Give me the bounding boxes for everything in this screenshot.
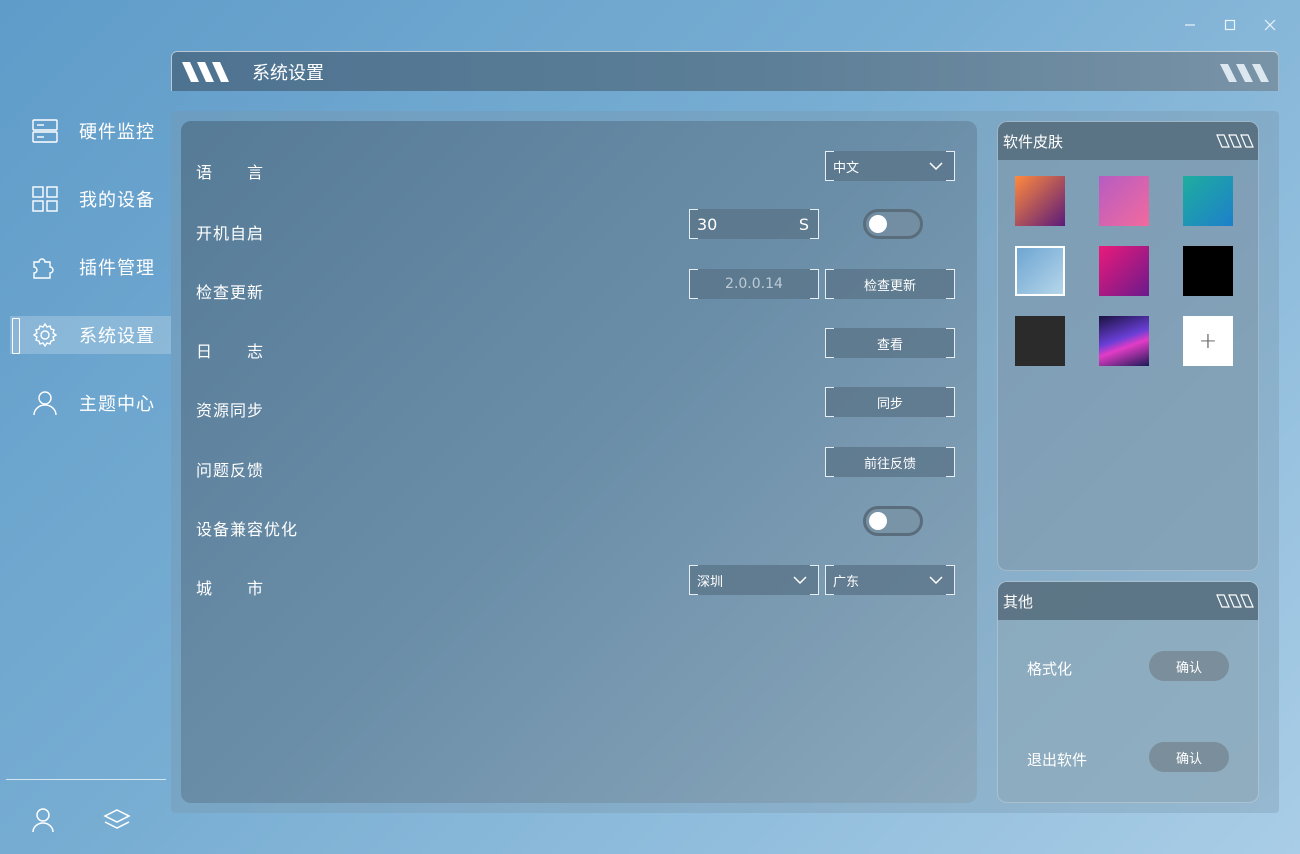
minimize-icon [1185, 24, 1195, 26]
skin-panel-title: 软件皮肤 [1003, 132, 1064, 151]
version-field: 2.0.0.14 [689, 269, 819, 299]
log-label: 日 志 [196, 342, 265, 361]
autostart-delay-input[interactable]: 30 S [689, 209, 819, 239]
settings-panel: 语 言 中文 开机自启 30 S 检查更新 2.0.0.14 检查更新 日 志 … [181, 121, 977, 803]
skin-swatch-selected[interactable] [1015, 246, 1065, 296]
close-button[interactable] [1250, 10, 1290, 40]
page-title: 系统设置 [252, 62, 324, 84]
skin-swatch[interactable] [1183, 176, 1233, 226]
skin-panel: 软件皮肤 + [997, 121, 1259, 571]
other-panel-header: 其他 [998, 582, 1258, 620]
city-label: 城 市 [196, 579, 265, 598]
maximize-icon [1224, 19, 1236, 31]
grid-icon [30, 184, 60, 214]
sidebar-divider [6, 779, 166, 780]
view-log-button[interactable]: 查看 [825, 328, 955, 358]
sync-button-label: 同步 [876, 396, 903, 412]
exit-confirm-label: 确认 [1175, 751, 1202, 767]
sidebar-item-theme-center[interactable]: 主题中心 [10, 384, 171, 422]
compat-label: 设备兼容优化 [196, 520, 299, 539]
gear-icon [30, 320, 60, 350]
page-header: 系统设置 [171, 51, 1279, 91]
autostart-delay-unit: S [798, 214, 809, 234]
plus-icon: + [1198, 328, 1218, 354]
sync-button[interactable]: 同步 [825, 387, 955, 417]
view-log-label: 查看 [876, 337, 903, 353]
update-label: 检查更新 [196, 283, 265, 302]
skin-panel-header: 软件皮肤 [998, 122, 1258, 160]
language-label: 语 言 [196, 163, 265, 182]
format-confirm-label: 确认 [1175, 660, 1202, 676]
layers-button[interactable] [102, 805, 132, 835]
skin-swatch[interactable] [1099, 246, 1149, 296]
sidebar-item-label: 插件管理 [79, 258, 155, 279]
skin-swatch[interactable] [1015, 316, 1065, 366]
server-icon [30, 116, 60, 146]
format-label: 格式化 [1027, 660, 1073, 678]
check-update-label: 检查更新 [863, 278, 916, 294]
province-select[interactable]: 广东 [825, 565, 955, 595]
toggle-knob [869, 215, 887, 233]
close-icon [1264, 19, 1276, 31]
other-panel-title: 其他 [1003, 592, 1034, 611]
user-icon [30, 388, 60, 418]
toggle-knob [869, 512, 887, 530]
feedback-label: 问题反馈 [196, 461, 265, 480]
sidebar-bottom [0, 805, 172, 835]
city-select[interactable]: 深圳 [689, 565, 819, 595]
minimize-button[interactable] [1170, 10, 1210, 40]
version-value: 2.0.0.14 [725, 276, 783, 292]
skin-swatch[interactable] [1099, 176, 1149, 226]
skin-swatch[interactable] [1183, 246, 1233, 296]
check-update-button[interactable]: 检查更新 [825, 269, 955, 299]
exit-confirm-button[interactable]: 确认 [1149, 742, 1229, 772]
language-value: 中文 [833, 160, 860, 176]
province-value: 广东 [833, 574, 860, 590]
user-icon [32, 808, 54, 833]
chevron-down-icon [929, 159, 943, 174]
add-skin-button[interactable]: + [1183, 316, 1233, 366]
header-stripe-icon [1216, 134, 1254, 148]
sidebar: 硬件监控 我的设备 插件管理 系统设置 主题中心 [0, 0, 172, 854]
format-confirm-button[interactable]: 确认 [1149, 651, 1229, 681]
exit-label: 退出软件 [1027, 751, 1088, 769]
chevron-down-icon [793, 573, 807, 588]
chevron-down-icon [929, 573, 943, 588]
layers-icon [103, 809, 131, 829]
sidebar-item-system-settings[interactable]: 系统设置 [10, 316, 171, 354]
puzzle-icon [30, 252, 60, 282]
sync-label: 资源同步 [196, 401, 265, 420]
window-controls [1170, 10, 1290, 40]
header-stripe-icon [1216, 594, 1254, 608]
compat-toggle[interactable] [863, 506, 923, 536]
autostart-delay-value: 30 [697, 214, 718, 234]
feedback-button[interactable]: 前往反馈 [825, 447, 955, 477]
other-panel: 其他 格式化 确认 退出软件 确认 [997, 581, 1259, 803]
sidebar-item-plugins[interactable]: 插件管理 [10, 248, 171, 286]
maximize-button[interactable] [1210, 10, 1250, 40]
autostart-label: 开机自启 [196, 224, 265, 243]
sidebar-item-label: 系统设置 [79, 326, 155, 347]
sidebar-item-label: 我的设备 [79, 190, 155, 211]
feedback-button-label: 前往反馈 [863, 456, 916, 472]
sidebar-item-my-devices[interactable]: 我的设备 [10, 180, 171, 218]
language-select[interactable]: 中文 [825, 151, 955, 181]
header-stripe-icon [182, 61, 229, 82]
skin-swatch-image[interactable] [1099, 316, 1149, 366]
sidebar-item-hardware-monitor[interactable]: 硬件监控 [10, 112, 171, 150]
sidebar-item-label: 主题中心 [79, 394, 155, 415]
skin-swatch[interactable] [1015, 176, 1065, 226]
city-value: 深圳 [697, 574, 724, 590]
autostart-toggle[interactable] [863, 209, 923, 239]
account-button[interactable] [28, 805, 58, 835]
header-stripe-icon [1220, 64, 1269, 82]
sidebar-item-label: 硬件监控 [79, 122, 155, 143]
sidebar-nav: 硬件监控 我的设备 插件管理 系统设置 主题中心 [10, 112, 171, 452]
